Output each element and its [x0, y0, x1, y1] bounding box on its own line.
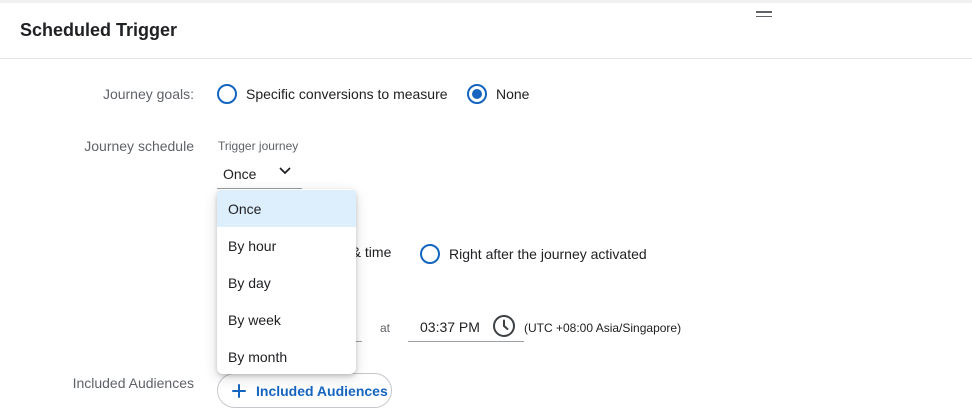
page-title: Scheduled Trigger — [20, 20, 178, 40]
goal-option-label: None — [496, 86, 530, 102]
top-border — [0, 0, 972, 3]
plus-icon — [232, 383, 246, 398]
goal-option-none[interactable]: None — [467, 84, 529, 104]
timezone-text: (UTC +08:00 Asia/Singapore) — [524, 321, 682, 335]
menu-item-once[interactable]: Once — [217, 190, 356, 227]
trigger-journey-menu: Once By hour By day By week By month — [217, 189, 356, 374]
journey-schedule-label: Journey schedule — [84, 138, 194, 154]
add-included-audiences-button[interactable]: Included Audiences — [217, 373, 392, 408]
header-divider — [0, 58, 972, 59]
add-included-audiences-label: Included Audiences — [256, 382, 388, 399]
menu-item-by-hour[interactable]: By hour — [217, 227, 356, 264]
at-label: at — [380, 321, 391, 335]
menu-item-by-week[interactable]: By week — [217, 301, 356, 338]
trigger-journey-value: Once — [223, 166, 257, 182]
chevron-down-icon — [279, 167, 291, 174]
included-audiences-label: Included Audiences — [72, 375, 194, 391]
goal-option-label: Specific conversions to measure — [246, 86, 448, 102]
radio-unchecked-icon[interactable] — [217, 84, 237, 104]
trigger-journey-label: Trigger journey — [218, 139, 299, 153]
clock-icon[interactable] — [492, 314, 516, 338]
trigger-journey-select[interactable]: Once — [217, 160, 302, 189]
radio-unchecked-icon[interactable] — [420, 244, 440, 264]
radio-checked-icon[interactable] — [467, 84, 487, 104]
journey-goals-label: Journey goals: — [102, 86, 194, 102]
drag-handle-icon[interactable] — [756, 11, 772, 18]
time-value: 03:37 PM — [420, 319, 480, 335]
menu-item-by-day[interactable]: By day — [217, 264, 356, 301]
menu-item-by-month[interactable]: By month — [217, 338, 356, 374]
time-input[interactable] — [408, 341, 524, 342]
start-option-label: Right after the journey activated — [449, 246, 647, 262]
goal-option-specific-conversions[interactable]: Specific conversions to measure — [217, 84, 448, 104]
start-option-right-after-activated[interactable]: Right after the journey activated — [420, 244, 647, 264]
